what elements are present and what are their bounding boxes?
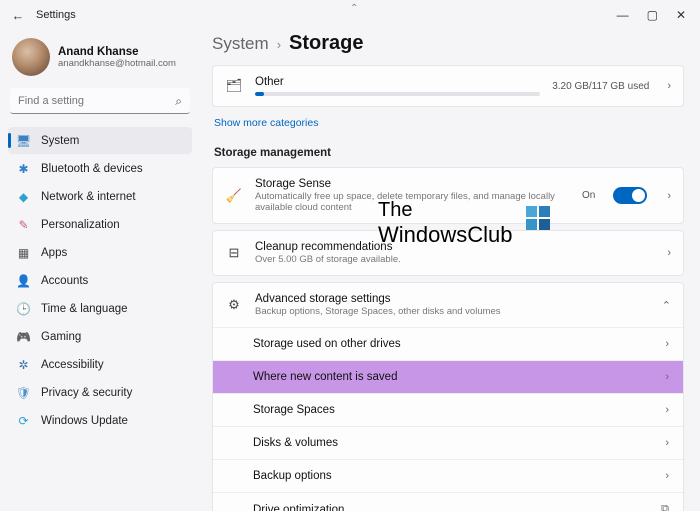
window-grip: ⌃ [350, 3, 358, 14]
nav-label: Accounts [41, 275, 88, 287]
nav-item-bluetooth-devices[interactable]: ✱ Bluetooth & devices [8, 155, 192, 182]
nav-label: Windows Update [41, 415, 128, 427]
broom-icon: 🧹 [225, 188, 243, 204]
chevron-right-icon: › [667, 247, 671, 259]
chevron-right-icon: › [277, 37, 281, 52]
nav-item-gaming[interactable]: 🎮 Gaming [8, 323, 192, 350]
cleanup-title: Cleanup recommendations [255, 241, 655, 253]
nav-label: Time & language [41, 303, 128, 315]
chevron-right-icon: › [665, 371, 669, 383]
nav-item-privacy-security[interactable]: 🛡 Privacy & security [8, 379, 192, 406]
chevron-right-icon: › [665, 437, 669, 449]
chevron-right-icon: › [665, 338, 669, 350]
nav-item-time-language[interactable]: 🕒 Time & language [8, 295, 192, 322]
advanced-title: Advanced storage settings [255, 293, 650, 305]
nav-label: Personalization [41, 219, 120, 231]
back-button[interactable]: ← [8, 8, 28, 23]
profile-email: anandkhanse@hotmail.com [58, 58, 176, 69]
sub-storage-other-drives[interactable]: Storage used on other drives› [213, 327, 683, 360]
chevron-right-icon: › [665, 470, 669, 482]
search-input[interactable] [10, 88, 190, 114]
cleanup-sub: Over 5.00 GB of storage available. [255, 254, 655, 265]
time-language-icon: 🕒 [16, 301, 31, 316]
chevron-right-icon: › [667, 80, 671, 92]
window-title: Settings [36, 9, 76, 21]
sub-backup-options[interactable]: Backup options› [213, 459, 683, 492]
sense-toggle[interactable] [613, 187, 647, 204]
other-title: Other [255, 76, 540, 88]
nav-item-accessibility[interactable]: ✲ Accessibility [8, 351, 192, 378]
chevron-right-icon: › [665, 404, 669, 416]
close-button[interactable]: ✕ [676, 8, 686, 22]
nav-label: System [41, 135, 79, 147]
nav-item-apps[interactable]: ▦ Apps [8, 239, 192, 266]
external-link-icon: ⧉ [661, 503, 669, 511]
sub-storage-spaces[interactable]: Storage Spaces› [213, 393, 683, 426]
sub-where-new-content[interactable]: Where new content is saved› [213, 360, 683, 393]
chevron-right-icon: › [667, 190, 671, 202]
privacy-security-icon: 🛡 [16, 385, 31, 400]
storage-sense-card[interactable]: 🧹 Storage Sense Automatically free up sp… [212, 167, 684, 224]
personalization-icon: ✎ [16, 217, 31, 232]
gaming-icon: 🎮 [16, 329, 31, 344]
sidebar: Anand Khanse anandkhanse@hotmail.com ⌕ 🖥… [0, 30, 200, 511]
advanced-card: ⚙ Advanced storage settings Backup optio… [212, 282, 684, 511]
search-box[interactable]: ⌕ [10, 88, 190, 114]
cleanup-card[interactable]: ⊟ Cleanup recommendations Over 5.00 GB o… [212, 230, 684, 276]
advanced-sub: Backup options, Storage Spaces, other di… [255, 306, 650, 317]
sense-state: On [582, 190, 595, 201]
nav-item-network-internet[interactable]: ◆ Network & internet [8, 183, 192, 210]
show-more-link[interactable]: Show more categories [214, 117, 318, 129]
nav-label: Gaming [41, 331, 81, 343]
sense-sub: Automatically free up space, delete temp… [255, 191, 570, 213]
advanced-header[interactable]: ⚙ Advanced storage settings Backup optio… [213, 283, 683, 327]
system-icon: 🖥 [16, 133, 31, 148]
usage-bar [255, 92, 540, 96]
breadcrumb: System › Storage [212, 32, 684, 55]
section-heading: Storage management [214, 147, 684, 159]
other-card[interactable]: 🗂 Other 3.20 GB/117 GB used › [212, 65, 684, 107]
gear-icon: ⚙ [225, 297, 243, 313]
maximize-button[interactable]: ▢ [647, 8, 658, 22]
nav-item-windows-update[interactable]: ⟳ Windows Update [8, 407, 192, 434]
nav-label: Privacy & security [41, 387, 132, 399]
other-usage: 3.20 GB/117 GB used [552, 81, 649, 92]
nav-item-system[interactable]: 🖥 System [8, 127, 192, 154]
minimize-button[interactable]: — [617, 8, 629, 22]
avatar [12, 38, 50, 76]
nav-item-accounts[interactable]: 👤 Accounts [8, 267, 192, 294]
sub-disks-volumes[interactable]: Disks & volumes› [213, 426, 683, 459]
page-title: Storage [289, 32, 363, 55]
nav-list: 🖥 System ✱ Bluetooth & devices ◆ Network & in… [8, 126, 192, 435]
profile-block[interactable]: Anand Khanse anandkhanse@hotmail.com [8, 34, 192, 88]
accessibility-icon: ✲ [16, 357, 31, 372]
apps-icon: ▦ [16, 245, 31, 260]
main-content: System › Storage 🗂 Other 3.20 GB/117 GB … [200, 30, 700, 511]
nav-item-personalization[interactable]: ✎ Personalization [8, 211, 192, 238]
chevron-up-icon: ⌃ [662, 299, 671, 312]
sense-title: Storage Sense [255, 178, 570, 190]
nav-label: Bluetooth & devices [41, 163, 143, 175]
disk-icon: ⊟ [225, 245, 243, 261]
network-internet-icon: ◆ [16, 189, 31, 204]
windows-update-icon: ⟳ [16, 413, 31, 428]
accounts-icon: 👤 [16, 273, 31, 288]
nav-label: Apps [41, 247, 67, 259]
profile-name: Anand Khanse [58, 46, 176, 58]
bluetooth-devices-icon: ✱ [16, 161, 31, 176]
breadcrumb-parent[interactable]: System [212, 34, 269, 54]
other-icon: 🗂 [225, 78, 243, 94]
nav-label: Network & internet [41, 191, 136, 203]
search-icon: ⌕ [175, 94, 182, 109]
nav-label: Accessibility [41, 359, 104, 371]
sub-drive-optimization[interactable]: Drive optimization⧉ [213, 492, 683, 511]
